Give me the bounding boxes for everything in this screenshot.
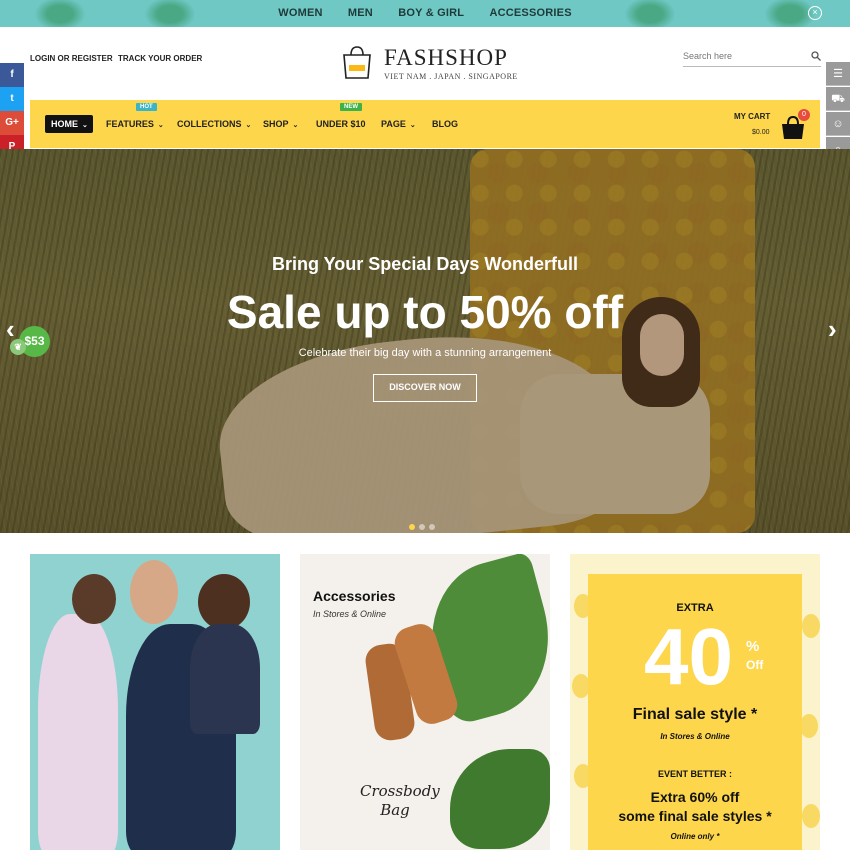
cart-count-badge: 0 bbox=[798, 109, 810, 121]
hero-headline: Sale up to 50% off bbox=[226, 286, 624, 338]
slider-dot[interactable] bbox=[429, 524, 435, 530]
nav-item-home[interactable]: HOME ⌄ bbox=[45, 115, 93, 133]
cart-icon[interactable]: ⛟ bbox=[826, 87, 850, 111]
discover-now-button[interactable]: DISCOVER NOW bbox=[373, 374, 477, 402]
hero-subtitle: Bring Your Special Days Wonderfull bbox=[271, 254, 579, 274]
chevron-down-icon: ⌄ bbox=[82, 122, 88, 129]
sale-big-number: 40 bbox=[644, 612, 733, 701]
sale-line-1-sub: In Stores & Online bbox=[660, 732, 730, 741]
nav-item-label: SHOP bbox=[263, 119, 289, 129]
nav-item-under-10[interactable]: UNDER $10 bbox=[316, 119, 366, 129]
hero-caption: Celebrate their big day with a stunning … bbox=[298, 347, 552, 359]
child-head-image bbox=[198, 574, 250, 630]
top-category-bar: WOMEN MEN BOY & GIRL ACCESSORIES × bbox=[0, 0, 850, 27]
leaf-icon: ❦ bbox=[10, 339, 26, 355]
new-badge: NEW bbox=[340, 103, 362, 111]
cart-amount: $0.00 bbox=[752, 129, 770, 136]
users-icon[interactable]: ☺ bbox=[826, 112, 850, 136]
nav-item-label: HOME bbox=[51, 119, 78, 129]
chevron-down-icon: ⌄ bbox=[409, 122, 416, 129]
brand-tagline: VIET NAM . JAPAN . SINGAPORE bbox=[384, 72, 518, 81]
sale-line-3: some final sale styles * bbox=[618, 808, 772, 824]
girl-head-image bbox=[72, 574, 116, 624]
slider-pagination bbox=[409, 517, 439, 533]
top-category-men[interactable]: MEN bbox=[348, 7, 373, 19]
sale-line-2: Extra 60% off bbox=[650, 789, 740, 805]
final-sale-banner[interactable]: EXTRA 40 % Off Final sale style * In Sto… bbox=[570, 554, 820, 850]
top-category-accessories[interactable]: ACCESSORIES bbox=[489, 7, 571, 19]
pineapple-pattern bbox=[802, 804, 820, 828]
sale-line-1: Final sale style * bbox=[632, 706, 758, 723]
close-icon[interactable]: × bbox=[808, 6, 822, 20]
google-plus-icon[interactable]: G+ bbox=[0, 111, 24, 135]
main-navigation: HOME ⌄ HOT NEW FEATURES ⌄ COLLECTIONS ⌄ SHO… bbox=[30, 100, 820, 148]
sale-panel: EXTRA 40 % Off Final sale style * In Sto… bbox=[588, 574, 802, 850]
accessories-banner[interactable]: Accessories In Stores & Online Crossbody… bbox=[300, 554, 550, 850]
twitter-icon[interactable]: t bbox=[0, 87, 24, 111]
shopping-bag-icon bbox=[343, 46, 371, 79]
nav-item-label: BLOG bbox=[432, 119, 458, 129]
hot-badge: HOT bbox=[136, 103, 157, 111]
slider-dot[interactable] bbox=[419, 524, 425, 530]
accessories-subtitle: In Stores & Online bbox=[313, 609, 387, 619]
nav-item-label: COLLECTIONS bbox=[177, 119, 242, 129]
top-category-boy-girl[interactable]: BOY & GIRL bbox=[398, 7, 464, 19]
nav-item-collections[interactable]: COLLECTIONS ⌄ bbox=[177, 119, 251, 129]
cart-label: MY CART bbox=[734, 112, 771, 121]
brand-name: FASHSHOP bbox=[384, 45, 508, 70]
nav-item-features[interactable]: FEATURES ⌄ bbox=[106, 119, 164, 129]
chevron-down-icon: ⌄ bbox=[292, 122, 299, 129]
hero-slider: Bring Your Special Days Wonderfull Sale … bbox=[0, 149, 850, 533]
price-bubble[interactable]: $53 ❦ bbox=[10, 326, 50, 357]
search-icon[interactable] bbox=[811, 51, 821, 61]
sale-line-4: Online only * bbox=[670, 832, 720, 841]
login-register-link[interactable]: LOGIN OR REGISTER bbox=[30, 54, 113, 63]
nav-item-label: UNDER $10 bbox=[316, 119, 366, 129]
top-category-women[interactable]: WOMEN bbox=[278, 7, 322, 19]
nav-item-shop[interactable]: SHOP ⌄ bbox=[263, 119, 298, 129]
site-header: LOGIN OR REGISTER TRACK YOUR ORDER FASHS… bbox=[0, 27, 850, 99]
site-logo[interactable]: FASHSHOP VIET NAM . JAPAN . SINGAPORE bbox=[340, 43, 520, 83]
sliders-icon[interactable]: ☰ bbox=[826, 62, 850, 86]
nav-item-blog[interactable]: BLOG bbox=[432, 119, 458, 129]
pineapple-pattern bbox=[802, 614, 820, 638]
slider-dot[interactable] bbox=[409, 524, 415, 530]
nav-item-page[interactable]: PAGE ⌄ bbox=[381, 119, 416, 129]
hero-overlay bbox=[0, 149, 850, 533]
chevron-right-icon[interactable]: › bbox=[828, 314, 837, 345]
crossbody-bag-label: Crossbody Bag bbox=[360, 782, 440, 819]
accessories-title: Accessories bbox=[313, 588, 396, 604]
girl-figure-image bbox=[38, 614, 118, 850]
sale-event-label: EVENT BETTER : bbox=[657, 769, 732, 779]
nav-item-label: FEATURES bbox=[106, 119, 154, 129]
chevron-down-icon: ⌄ bbox=[157, 122, 164, 129]
palm-leaf-image bbox=[450, 749, 550, 849]
track-order-link[interactable]: TRACK YOUR ORDER bbox=[118, 54, 202, 63]
family-banner[interactable] bbox=[30, 554, 280, 850]
chevron-down-icon: ⌄ bbox=[245, 122, 252, 129]
nav-item-label: PAGE bbox=[381, 119, 406, 129]
search-input[interactable]: Search here bbox=[683, 51, 732, 61]
sale-off-label: Off bbox=[746, 658, 764, 672]
price-bubble-label: $53 bbox=[24, 334, 45, 348]
man-head-image bbox=[130, 560, 178, 624]
search-field[interactable]: Search here bbox=[683, 49, 821, 67]
sale-percent-sign: % bbox=[746, 638, 760, 655]
facebook-icon[interactable]: f bbox=[0, 63, 24, 87]
child-figure-image bbox=[190, 624, 260, 734]
pineapple-pattern bbox=[800, 714, 818, 738]
